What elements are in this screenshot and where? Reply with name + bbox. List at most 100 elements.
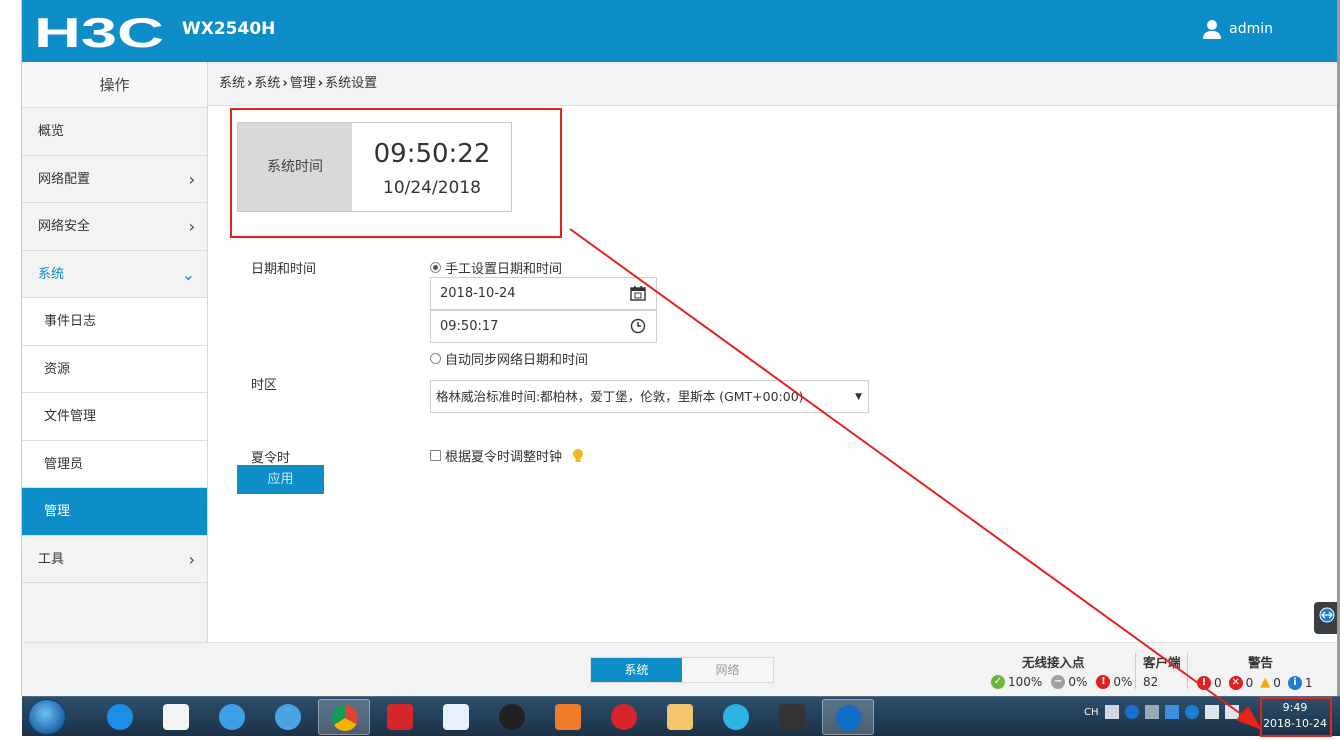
chevron-down-icon: ⌄ bbox=[181, 264, 195, 284]
sidebar-item-network-config[interactable]: 网络配置 › bbox=[22, 156, 207, 203]
action-center-icon[interactable] bbox=[1224, 705, 1239, 719]
music-icon bbox=[611, 704, 637, 730]
sidebar-item-administrators[interactable]: 管理员 bbox=[22, 440, 207, 488]
lightbulb-icon[interactable] bbox=[572, 448, 584, 464]
time-input[interactable]: 09:50:17 bbox=[430, 310, 657, 343]
taskbar-app-chrome[interactable] bbox=[318, 699, 370, 735]
taskbar-app-nox[interactable] bbox=[766, 699, 818, 735]
breadcrumb-item[interactable]: 系统 bbox=[254, 76, 280, 91]
chevron-right-icon: › bbox=[317, 76, 324, 91]
check-circle-icon: ✓ bbox=[991, 675, 1005, 689]
ap-fault-pct: 0% bbox=[1113, 675, 1133, 689]
sidebar-item-label: 网络配置 bbox=[38, 171, 91, 187]
datetime-label: 日期和时间 bbox=[251, 262, 317, 277]
critical-alert-count: 0 bbox=[1214, 675, 1222, 690]
dst-checkbox[interactable]: 根据夏令时调整时钟 bbox=[430, 446, 584, 465]
breadcrumb: 系统 › 系统 › 管理 › 系统设置 bbox=[208, 62, 1337, 106]
divider bbox=[1187, 653, 1188, 689]
breadcrumb-item[interactable]: 系统 bbox=[219, 76, 245, 91]
tab-system[interactable]: 系统 bbox=[591, 658, 682, 682]
time-input-value: 09:50:17 bbox=[440, 319, 499, 334]
svg-text:H3C: H3C bbox=[34, 14, 164, 50]
help-icon[interactable] bbox=[1124, 705, 1139, 719]
ap-offline-pct: 0% bbox=[1068, 675, 1088, 689]
car-app-icon bbox=[387, 704, 413, 730]
clock-icon[interactable] bbox=[630, 318, 646, 334]
username: admin bbox=[1229, 21, 1273, 37]
minus-circle-icon: − bbox=[1051, 675, 1066, 689]
remote-control-tab[interactable] bbox=[1314, 602, 1337, 634]
sidebar-item-label: 文件管理 bbox=[44, 409, 97, 424]
taskbar-app-notepad[interactable] bbox=[150, 699, 202, 735]
volume-icon[interactable] bbox=[1204, 705, 1219, 719]
network-icon[interactable] bbox=[1144, 705, 1159, 719]
tab-network[interactable]: 网络 bbox=[682, 658, 773, 682]
taskbar-app-teamviewer[interactable] bbox=[822, 699, 874, 735]
error-alert-icon: ✕ bbox=[1228, 675, 1243, 690]
top-header: H3C WX2540H admin bbox=[22, 0, 1337, 62]
date-input[interactable]: 2018-10-24 bbox=[430, 277, 657, 310]
view-toggle: 系统 网络 bbox=[590, 657, 774, 683]
manual-datetime-radio[interactable]: 手工设置日期和时间 bbox=[430, 258, 562, 277]
taskbar-app-box[interactable] bbox=[654, 699, 706, 735]
windows-taskbar: CH 9:49 2018-10-24 bbox=[22, 696, 1340, 736]
sidebar-item-system[interactable]: 系统 ⌄ bbox=[22, 251, 207, 298]
sidebar-item-resources[interactable]: 资源 bbox=[22, 345, 207, 393]
taskbar-app-feishu[interactable] bbox=[430, 699, 482, 735]
qq-penguin-icon bbox=[499, 704, 525, 730]
sidebar-item-overview[interactable]: 概览 bbox=[22, 108, 207, 156]
apply-button[interactable]: 应用 bbox=[237, 465, 324, 494]
taskbar-app-autohome[interactable] bbox=[374, 699, 426, 735]
user-menu[interactable]: admin bbox=[1201, 18, 1273, 40]
timezone-value: 格林威治标准时间:都柏林，爱丁堡，伦敦，里斯本 (GMT+00:00) bbox=[436, 389, 804, 404]
input-language[interactable]: CH bbox=[1084, 707, 1099, 718]
shield-icon[interactable] bbox=[1164, 705, 1179, 719]
status-footer: 系统 网络 无线接入点 ✓ 100% − 0% ! 0% 客户端 82 警告 !… bbox=[22, 642, 1337, 696]
nox-emulator-icon bbox=[779, 704, 805, 730]
taskbar-app-ie[interactable] bbox=[206, 699, 258, 735]
taskbar-app-netease-music[interactable] bbox=[598, 699, 650, 735]
error-circle-icon: ! bbox=[1096, 675, 1111, 689]
sidebar-item-management[interactable]: 管理 bbox=[22, 488, 207, 536]
teamviewer-tray-icon[interactable] bbox=[1184, 705, 1199, 719]
taskbar-app-kugou[interactable] bbox=[94, 699, 146, 735]
start-button[interactable] bbox=[28, 699, 66, 735]
radio-unselected-icon bbox=[430, 353, 441, 364]
calendar-icon[interactable] bbox=[630, 285, 646, 301]
breadcrumb-item[interactable]: 管理 bbox=[290, 76, 316, 91]
sidebar-item-network-security[interactable]: 网络安全 › bbox=[22, 203, 207, 251]
chevron-right-icon: › bbox=[282, 76, 288, 91]
chevron-right-icon: › bbox=[188, 217, 195, 236]
system-tray: CH bbox=[1084, 705, 1239, 719]
kugou-icon bbox=[107, 704, 133, 730]
sidebar: 操作 概览 网络配置 › 网络安全 › 系统 ⌄ 事件日志 资源 文件管理 管理员 管… bbox=[22, 62, 208, 642]
cloud-app-icon bbox=[275, 704, 301, 730]
taskbar-app-pdf[interactable] bbox=[542, 699, 594, 735]
ap-status-title: 无线接入点 bbox=[1022, 655, 1085, 670]
timezone-select[interactable]: 格林威治标准时间:都柏林，爱丁堡，伦敦，里斯本 (GMT+00:00) ▼ bbox=[430, 380, 869, 413]
auto-sync-radio[interactable]: 自动同步网络日期和时间 bbox=[430, 349, 588, 368]
chrome-icon bbox=[332, 705, 358, 731]
breadcrumb-current: 系统设置 bbox=[325, 76, 378, 91]
annotation-clock-highlight bbox=[1260, 697, 1332, 737]
sidebar-item-event-log[interactable]: 事件日志 bbox=[22, 298, 207, 346]
annotation-highlight-box bbox=[230, 108, 562, 238]
keyboard-icon[interactable] bbox=[1104, 705, 1119, 719]
sidebar-item-file-management[interactable]: 文件管理 bbox=[22, 393, 207, 441]
sidebar-item-label: 资源 bbox=[44, 361, 71, 377]
taskbar-app-qq[interactable] bbox=[486, 699, 538, 735]
taskbar-app-cloud[interactable] bbox=[262, 699, 314, 735]
document-icon bbox=[163, 704, 189, 730]
alert-row: ! 0 ✕ 0 ▲ 0 i 1 bbox=[1197, 675, 1313, 690]
sidebar-item-label: 事件日志 bbox=[44, 314, 97, 329]
teamviewer-icon bbox=[1319, 607, 1335, 623]
chevron-right-icon: › bbox=[247, 76, 253, 91]
info-count: 1 bbox=[1304, 675, 1313, 690]
taskbar-app-video[interactable] bbox=[710, 699, 762, 735]
chevron-right-icon: › bbox=[188, 169, 195, 189]
sidebar-item-tools[interactable]: 工具 › bbox=[22, 536, 207, 583]
checkbox-unchecked-icon bbox=[430, 450, 441, 461]
package-icon bbox=[667, 704, 693, 730]
teamviewer-icon bbox=[836, 705, 862, 731]
chevron-right-icon: › bbox=[188, 549, 195, 569]
